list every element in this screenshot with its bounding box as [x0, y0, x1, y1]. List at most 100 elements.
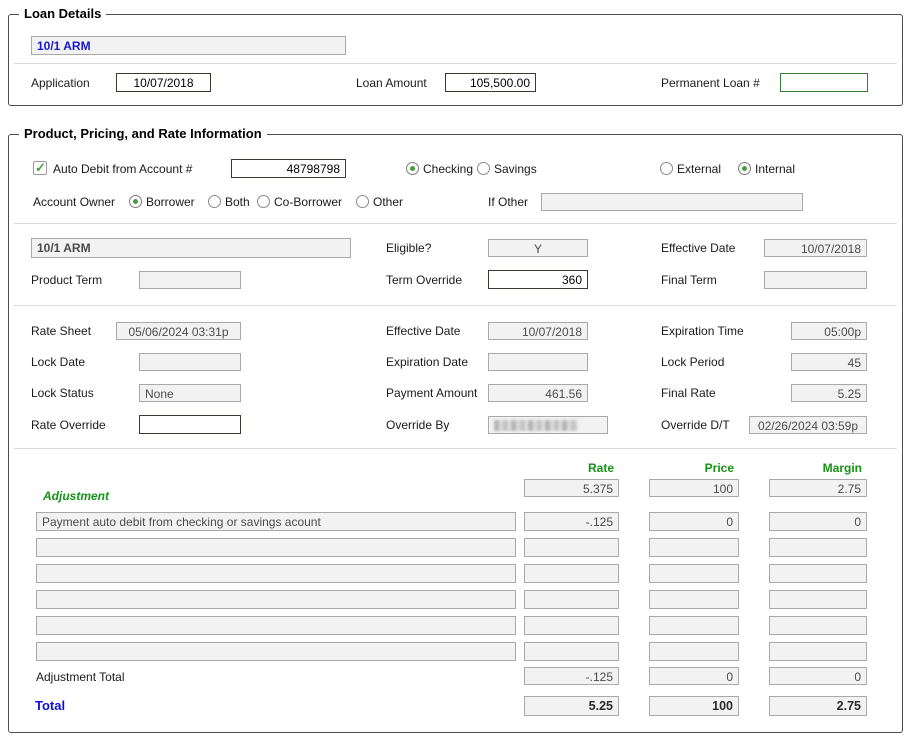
loan-program-display: 10/1 ARM: [31, 36, 346, 55]
lock-period-field: 45: [791, 353, 867, 371]
payment-amount-field: 461.56: [488, 384, 588, 402]
owner-coborrower-label[interactable]: Co-Borrower: [274, 193, 342, 211]
adjustment-description-field: [36, 590, 516, 609]
owner-both-radio[interactable]: [208, 195, 221, 208]
adjustment-row: [9, 564, 904, 583]
grand-total-label: Total: [35, 697, 65, 715]
product-effective-date-field: 10/07/2018: [764, 239, 867, 257]
product-term-label: Product Term: [31, 271, 102, 289]
owner-coborrower-radio[interactable]: [257, 195, 270, 208]
adjustment-price-field: [649, 616, 739, 635]
adjustment-total-rate-field: -.125: [524, 667, 619, 685]
rate-override-input[interactable]: [139, 415, 241, 434]
adjustment-margin-field: [769, 642, 867, 661]
term-override-label: Term Override: [386, 271, 462, 289]
adjustment-margin-field: 0: [769, 512, 867, 531]
loan-details-legend: Loan Details: [19, 6, 106, 22]
adjustment-total-label: Adjustment Total: [36, 668, 125, 686]
product-term-field: [139, 271, 241, 289]
adjustment-total-row: Adjustment Total -.125 0 0: [9, 667, 904, 687]
adjustment-row: [9, 642, 904, 661]
auto-debit-label[interactable]: Auto Debit from Account #: [53, 160, 192, 178]
adjustment-rate-field: [524, 616, 619, 635]
lock-date-label: Lock Date: [31, 353, 85, 371]
eligible-field: Y: [488, 239, 588, 257]
loan-details-section: Loan Details 10/1 ARM Application Loan A…: [8, 14, 903, 106]
grand-total-row: Total 5.25 100 2.75: [9, 696, 904, 716]
adjustment-margin-field: [769, 538, 867, 557]
adjustment-margin-field: [769, 564, 867, 583]
adjustment-margin-field: [769, 590, 867, 609]
adjustment-row: [9, 538, 904, 557]
permanent-loan-input[interactable]: [780, 73, 868, 92]
account-owner-label: Account Owner: [33, 193, 115, 211]
adjustment-description-field: Payment auto debit from checking or savi…: [36, 512, 516, 531]
lock-date-field: [139, 353, 241, 371]
if-other-field: [541, 193, 803, 211]
adjustment-margin-field: [769, 616, 867, 635]
adjustment-total-price-field: 0: [649, 667, 739, 685]
expiration-date-label: Expiration Date: [386, 353, 468, 371]
product-pricing-section: Product, Pricing, and Rate Information A…: [8, 134, 903, 733]
savings-radio-label[interactable]: Savings: [494, 160, 537, 178]
adjustment-total-margin-field: 0: [769, 667, 867, 685]
adjustment-description-field: [36, 564, 516, 583]
owner-other-label[interactable]: Other: [373, 193, 403, 211]
margin-column-header: Margin: [769, 461, 867, 475]
adjustment-price-field: [649, 590, 739, 609]
checking-radio-label[interactable]: Checking: [423, 160, 473, 178]
application-label: Application: [31, 74, 90, 92]
adjustment-row: Payment auto debit from checking or savi…: [9, 512, 904, 531]
adjustment-price-field: [649, 538, 739, 557]
lock-status-field: None: [139, 384, 241, 402]
adjustment-price-field: [649, 642, 739, 661]
owner-both-label[interactable]: Both: [225, 193, 250, 211]
final-rate-label: Final Rate: [661, 384, 716, 402]
adjustment-description-field: [36, 538, 516, 557]
if-other-label: If Other: [488, 193, 528, 211]
payment-amount-label: Payment Amount: [386, 384, 477, 402]
adjustment-description-field: [36, 616, 516, 635]
override-by-label: Override By: [386, 416, 449, 434]
external-radio-label[interactable]: External: [677, 160, 721, 178]
price-column-header: Price: [649, 461, 739, 475]
final-rate-field: 5.25: [791, 384, 867, 402]
loan-amount-input[interactable]: [445, 73, 536, 92]
owner-other-radio[interactable]: [356, 195, 369, 208]
override-dt-field: 02/26/2024 03:59p: [749, 416, 867, 434]
owner-borrower-radio[interactable]: [129, 195, 142, 208]
adjustment-section-label: Adjustment: [43, 487, 109, 505]
external-radio[interactable]: [660, 162, 673, 175]
term-override-input[interactable]: [488, 270, 588, 289]
adjustment-rows: Payment auto debit from checking or savi…: [9, 512, 904, 668]
auto-debit-checkbox[interactable]: [33, 161, 47, 175]
permanent-loan-label: Permanent Loan #: [661, 74, 760, 92]
application-date-input[interactable]: [116, 73, 211, 92]
checking-radio[interactable]: [406, 162, 419, 175]
owner-borrower-label[interactable]: Borrower: [146, 193, 195, 211]
section-divider: [14, 63, 897, 64]
savings-radio[interactable]: [477, 162, 490, 175]
adjustment-row: [9, 616, 904, 635]
adjustment-rate-field: [524, 538, 619, 557]
rate-effective-date-label: Effective Date: [386, 322, 460, 340]
rate-column-header: Rate: [524, 461, 619, 475]
final-term-label: Final Term: [661, 271, 717, 289]
product-effective-date-label: Effective Date: [661, 239, 735, 257]
expiration-time-field: 05:00p: [791, 322, 867, 340]
adjustment-description-field: [36, 642, 516, 661]
adjustment-rate-field: [524, 642, 619, 661]
adjustment-rate-field: [524, 590, 619, 609]
expiration-time-label: Expiration Time: [661, 322, 744, 340]
grand-total-margin-field: 2.75: [769, 696, 867, 716]
adjustment-rate-field: [524, 564, 619, 583]
auto-debit-account-input[interactable]: [231, 159, 346, 178]
override-dt-label: Override D/T: [661, 416, 730, 434]
adjustment-price-field: 0: [649, 512, 739, 531]
rate-sheet-label: Rate Sheet: [31, 322, 91, 340]
internal-radio[interactable]: [738, 162, 751, 175]
adjustment-row: [9, 590, 904, 609]
base-margin-field: 2.75: [769, 479, 867, 497]
internal-radio-label[interactable]: Internal: [755, 160, 795, 178]
product-name-display: 10/1 ARM: [31, 238, 351, 258]
